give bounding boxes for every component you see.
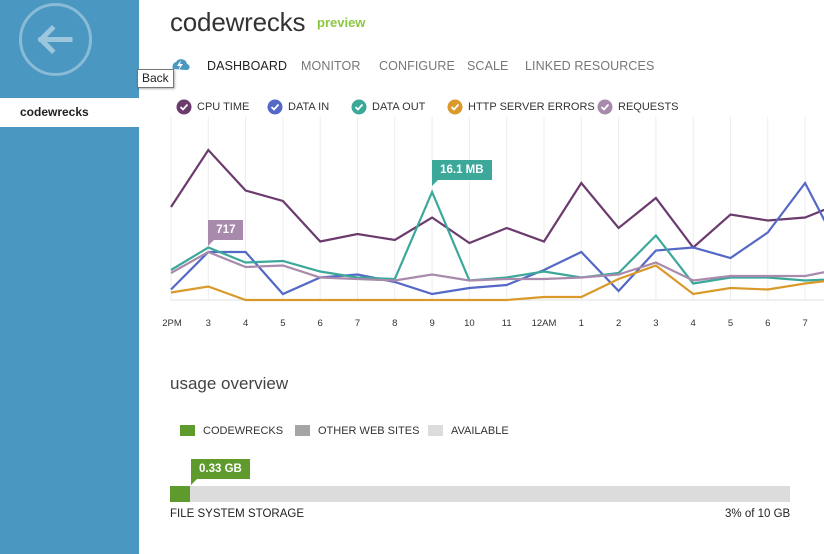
x-tick-label: 10	[464, 318, 475, 329]
x-tick-label: 2	[615, 318, 622, 329]
check-icon	[267, 99, 283, 118]
x-tick-label: 8	[392, 318, 398, 329]
back-button[interactable]	[19, 3, 92, 76]
storage-value-callout: 0.33 GB	[191, 459, 250, 485]
legend-label: CPU TIME	[197, 101, 250, 113]
x-tick-label: 5	[727, 318, 734, 329]
storage-bar	[170, 486, 790, 502]
x-tick-label: 5	[280, 318, 286, 329]
series-line-cpu-time	[170, 148, 824, 250]
x-tick-label: 3	[205, 318, 211, 329]
x-tick-label: 11	[501, 318, 512, 329]
x-tick-label: 7	[354, 318, 361, 329]
usage-legend-label: AVAILABLE	[451, 425, 509, 437]
x-tick-label: 7	[802, 318, 808, 329]
x-tick-label: 4	[242, 318, 249, 329]
series-line-http-server-errors	[170, 264, 824, 302]
page-title: codewrecks	[170, 7, 306, 37]
callout-pointer	[432, 180, 439, 186]
legend-label: HTTP SERVER ERRORS	[468, 101, 595, 113]
usage-legend-label: CODEWRECKS	[203, 425, 284, 437]
tab-configure[interactable]: CONFIGURE	[379, 59, 455, 73]
legend-label: DATA IN	[288, 101, 330, 113]
x-tick-label: 1	[578, 318, 584, 329]
storage-name: FILE SYSTEM STORAGE	[170, 508, 304, 520]
x-tick-label: 6	[765, 318, 771, 329]
chart-callout: 16.1 MB	[432, 160, 492, 186]
legend-label: DATA OUT	[372, 101, 426, 113]
tab-linked-resources[interactable]: LINKED RESOURCES	[525, 59, 654, 73]
x-tick-label: 4	[690, 318, 696, 329]
x-tick-label: 12AM	[531, 318, 557, 329]
tab-scale[interactable]: SCALE	[467, 59, 509, 73]
sidebar: codewrecks	[0, 0, 139, 554]
callout-pointer	[208, 240, 215, 246]
series-line-data-in	[170, 180, 824, 296]
usage-overview-title: usage overview	[170, 374, 289, 393]
swatch	[428, 425, 443, 436]
back-tooltip: Back	[137, 69, 174, 88]
check-icon	[351, 99, 367, 118]
tab-dashboard[interactable]: DASHBOARD	[207, 59, 287, 73]
chart-callout: 717	[208, 220, 244, 246]
storage-bar-fill	[170, 486, 191, 502]
check-icon	[597, 99, 613, 118]
storage-usage-text: 3% of 10 GB	[725, 508, 791, 520]
check-icon	[447, 99, 463, 118]
x-tick-label: 3	[653, 318, 659, 329]
x-tick-label: 6	[317, 318, 323, 329]
legend-label: REQUESTS	[618, 101, 679, 113]
series-line-requests	[170, 250, 824, 282]
swatch	[295, 425, 310, 436]
preview-badge: preview	[317, 15, 366, 30]
check-icon	[176, 99, 192, 118]
series-line-data-out	[170, 189, 824, 285]
swatch	[180, 425, 195, 436]
sidebar-item-codewrecks[interactable]: codewrecks	[0, 98, 139, 127]
x-tick-label: 9	[429, 318, 435, 329]
usage-legend-label: OTHER WEB SITES	[318, 425, 420, 437]
sidebar-item-label: codewrecks	[20, 105, 89, 119]
x-tick-label: 2PM	[162, 318, 182, 329]
back-arrow-icon	[37, 24, 73, 55]
tab-monitor[interactable]: MONITOR	[301, 59, 361, 73]
